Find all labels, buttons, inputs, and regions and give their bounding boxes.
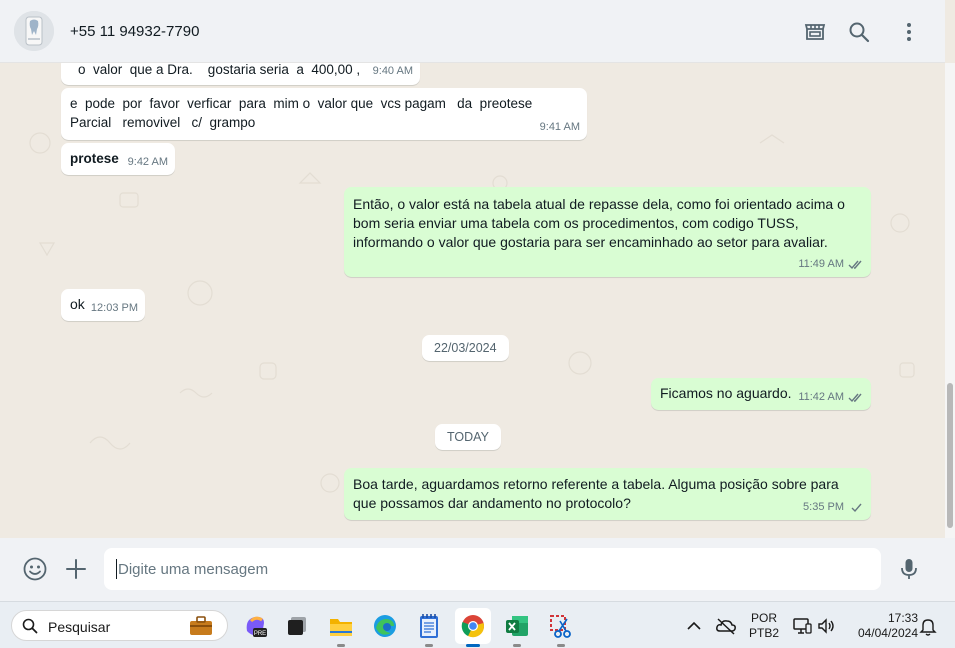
input-language[interactable]: POR PTB2 <box>748 611 780 641</box>
message-text: protese <box>70 151 119 166</box>
message-time: 11:49 AM <box>798 258 844 270</box>
notification-bell-icon[interactable] <box>919 616 937 636</box>
task-view-icon[interactable] <box>279 608 315 644</box>
message-time: 9:40 AM <box>372 65 413 77</box>
message-text-line: e pode por favor verficar para mim o val… <box>70 96 533 111</box>
taskbar-search-label: Pesquisar <box>48 619 111 635</box>
network-icon[interactable] <box>792 616 812 636</box>
contact-name[interactable]: +55 11 94932-7790 <box>70 23 199 40</box>
contact-avatar[interactable] <box>14 11 54 51</box>
notepad-icon[interactable] <box>411 608 447 647</box>
double-check-icon <box>848 260 862 270</box>
running-indicator <box>557 644 565 647</box>
message-time: 12:03 PM <box>90 302 138 314</box>
double-check-icon <box>848 393 862 403</box>
message-meta: 5:35 PM <box>803 498 864 517</box>
windows-taskbar: Pesquisar PRE POR PTB2 17:33 04/04/2024 <box>0 601 955 648</box>
onedrive-offline-icon[interactable] <box>715 616 737 636</box>
single-check-icon <box>851 503 862 513</box>
message-input-box[interactable] <box>104 548 881 590</box>
message-text-line: Parcial removivel c/ grampo <box>70 115 256 130</box>
text-caret <box>116 559 117 579</box>
chevron-up-icon[interactable] <box>685 617 703 635</box>
message-meta: 11:42 AM <box>798 388 864 407</box>
snipping-tool-icon[interactable] <box>543 608 579 647</box>
system-clock[interactable]: 17:33 04/04/2024 <box>846 611 918 641</box>
message-bubble[interactable]: ok 12:03 PM <box>61 289 145 321</box>
clock-time: 17:33 <box>887 611 918 625</box>
message-meta: 11:49 AM <box>798 255 864 274</box>
svg-text:PRE: PRE <box>254 631 266 637</box>
message-text-line: informando o valor que gostaria para ser… <box>353 234 828 250</box>
chat-scrollbar[interactable] <box>945 63 955 538</box>
running-indicator <box>337 644 345 647</box>
message-bubble[interactable]: Então, o valor está na tabela atual de r… <box>344 187 871 277</box>
active-indicator <box>466 644 480 647</box>
file-explorer-icon[interactable] <box>323 608 359 647</box>
message-time: 5:35 PM <box>803 501 844 513</box>
date-separator: 22/03/2024 <box>422 335 509 361</box>
message-text-line: Então, o valor está na tabela atual de r… <box>353 196 845 212</box>
message-bubble[interactable]: o valor que a Dra. gostaria seria a 400,… <box>61 63 420 85</box>
message-time: 9:42 AM <box>127 156 168 168</box>
scrollbar-thumb[interactable] <box>947 383 953 528</box>
message-text: Ficamos no aguardo. <box>660 385 792 401</box>
keyboard-layout: PTB2 <box>748 626 779 640</box>
store-icon[interactable] <box>803 20 827 44</box>
running-indicator <box>425 644 433 647</box>
running-indicator <box>513 644 521 647</box>
message-text: ok <box>70 296 85 312</box>
message-composer <box>0 538 955 601</box>
message-bubble[interactable]: e pode por favor verficar para mim o val… <box>61 88 587 140</box>
date-separator: TODAY <box>435 424 501 450</box>
message-bubble[interactable]: protese 9:42 AM <box>61 143 175 175</box>
search-icon <box>22 618 38 634</box>
clock-date: 04/04/2024 <box>857 626 918 640</box>
copilot-icon[interactable]: PRE <box>237 608 273 644</box>
message-bubble[interactable]: Ficamos no aguardo. 11:42 AM <box>651 378 871 410</box>
plus-icon[interactable] <box>63 556 89 582</box>
chat-messages-pane[interactable]: o valor que a Dra. gostaria seria a 400,… <box>0 63 945 538</box>
message-text-line: que possamos dar andamento no protocolo? <box>353 495 631 511</box>
message-text: o valor que a Dra. gostaria seria a 400,… <box>78 63 361 77</box>
taskbar-search[interactable]: Pesquisar <box>11 610 228 641</box>
microphone-icon[interactable] <box>896 556 922 582</box>
volume-icon[interactable] <box>816 616 836 636</box>
message-text-line: Boa tarde, aguardamos retorno referente … <box>353 476 839 492</box>
message-time: 11:42 AM <box>798 391 844 403</box>
language-code: POR <box>750 611 777 625</box>
message-bubble[interactable]: Boa tarde, aguardamos retorno referente … <box>344 468 871 520</box>
message-input[interactable] <box>104 548 881 590</box>
message-time: 9:41 AM <box>539 121 580 133</box>
message-text-line: bom seria enviar uma tabela com os proce… <box>353 215 799 231</box>
chat-header: +55 11 94932-7790 <box>0 0 945 63</box>
edge-icon[interactable] <box>367 608 403 644</box>
briefcase-icon <box>190 616 212 635</box>
chrome-icon[interactable] <box>455 608 491 647</box>
kebab-menu-icon[interactable] <box>897 20 921 44</box>
excel-icon[interactable] <box>499 608 535 647</box>
emoji-icon[interactable] <box>22 556 48 582</box>
search-icon[interactable] <box>847 20 871 44</box>
